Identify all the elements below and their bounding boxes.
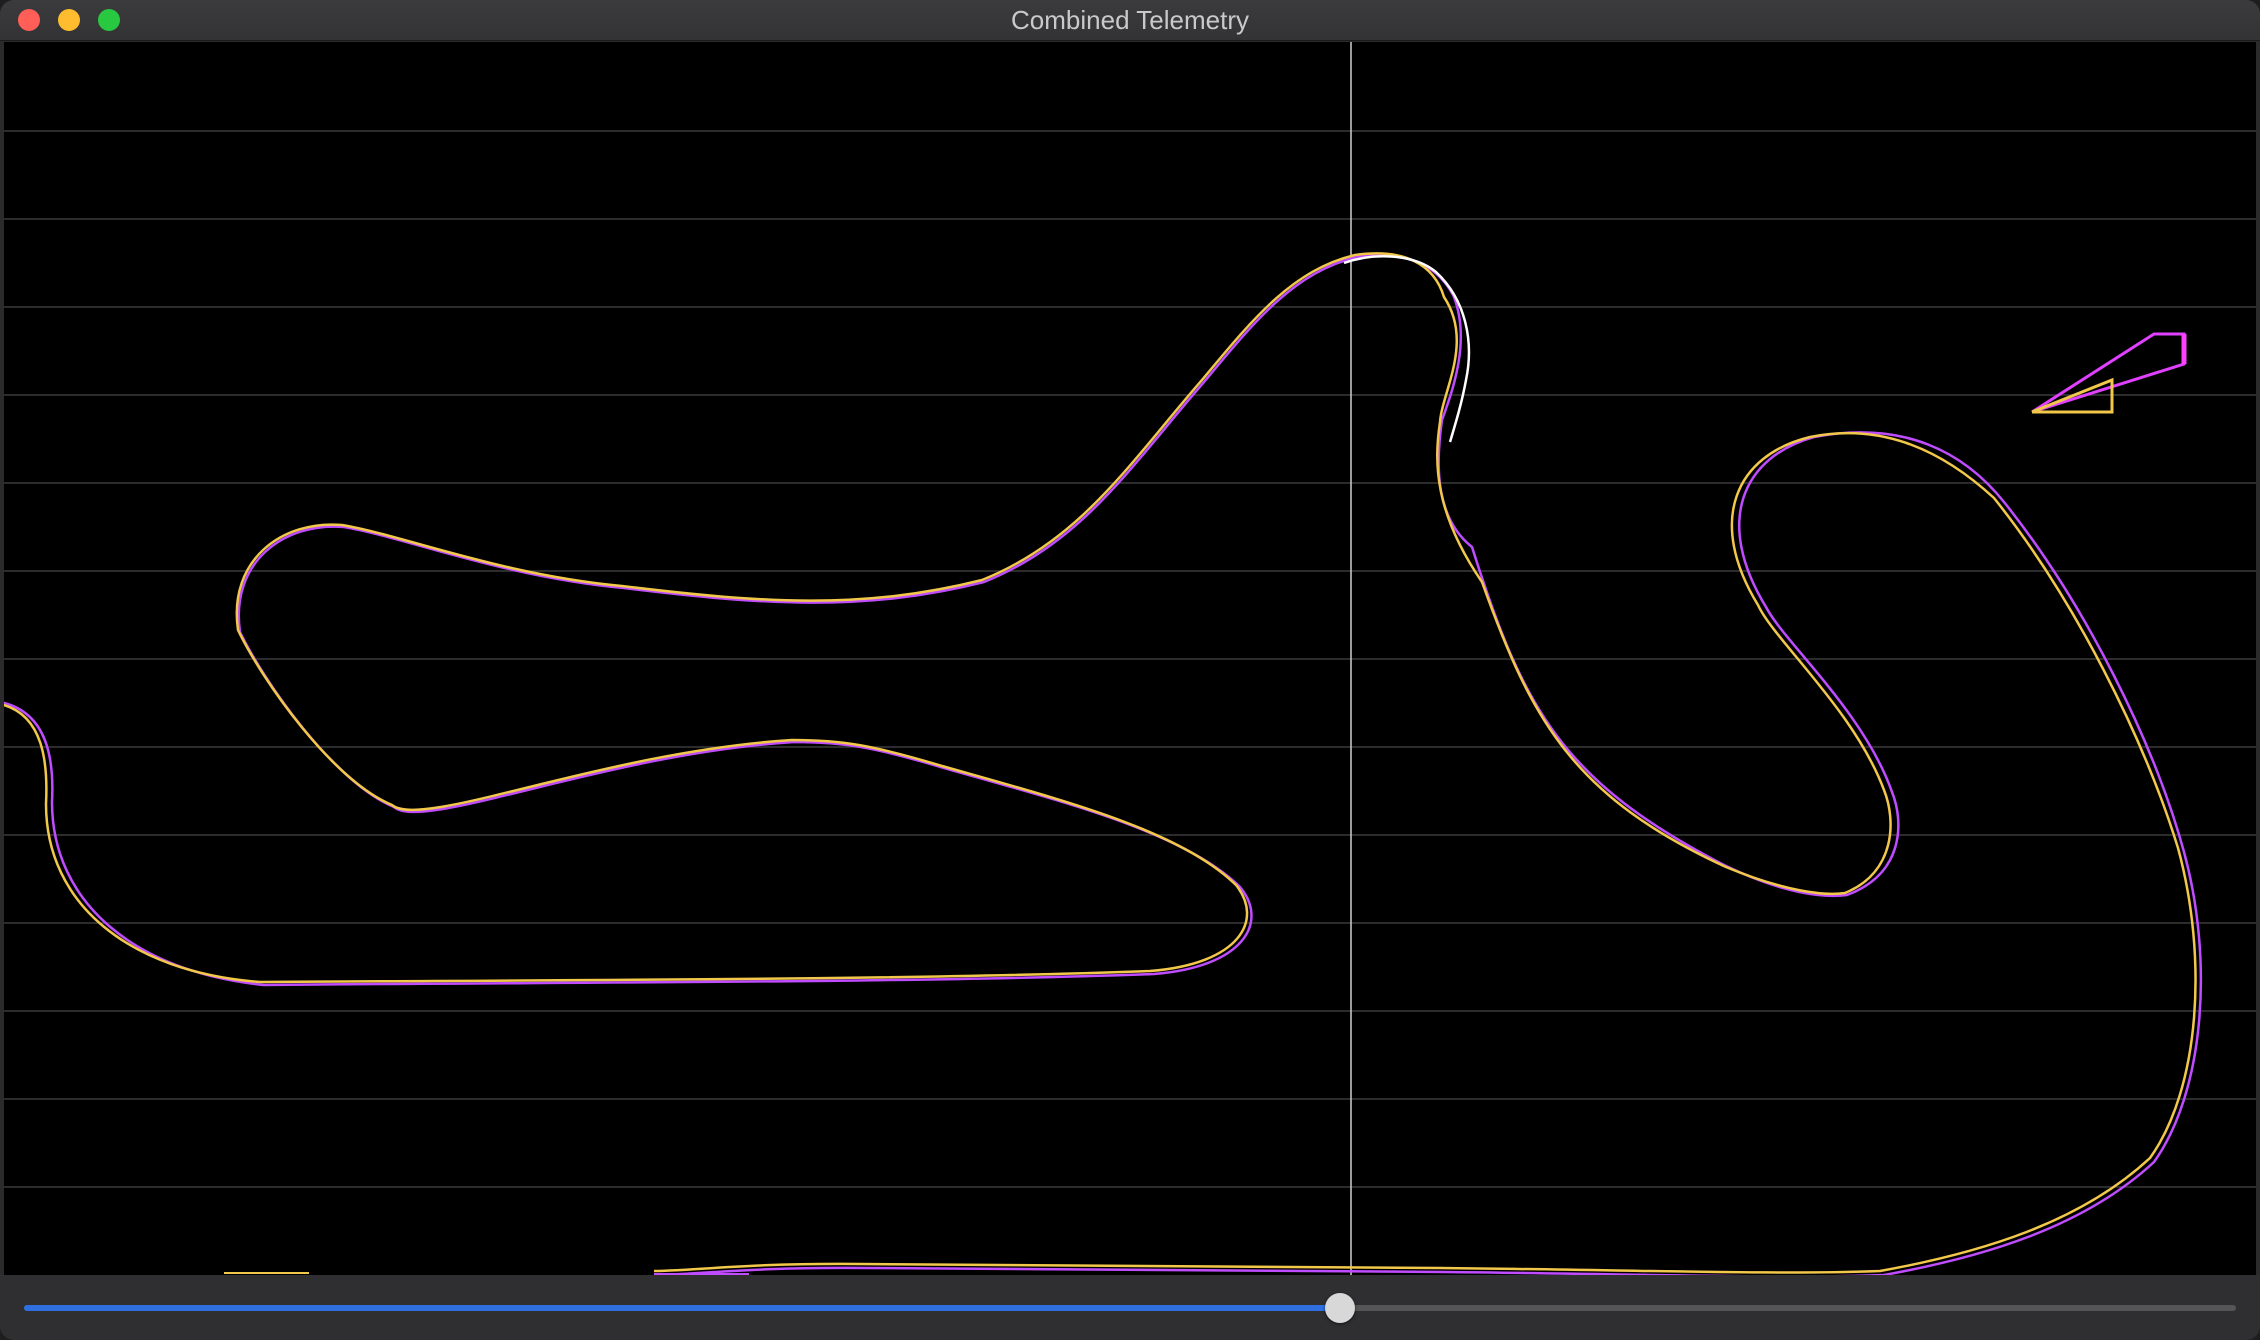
- telemetry-track-plot[interactable]: [4, 42, 2256, 1275]
- selected-segment-trace: [1343, 255, 1471, 443]
- lap-trace-yellow: [4, 252, 2197, 1274]
- lap-trace-magenta: [4, 254, 2203, 1275]
- title-bar: Combined Telemetry: [0, 0, 2260, 41]
- slider-thumb[interactable]: [1325, 1293, 1356, 1323]
- slider-progress-fill: [24, 1305, 1341, 1311]
- magenta-wedge-icon: [2031, 332, 2187, 414]
- lap-position-slider[interactable]: [24, 1293, 2236, 1323]
- track-map-canvas: [4, 42, 2256, 1275]
- app-window: Combined Telemetry: [0, 0, 2260, 1340]
- playback-bar: [0, 1275, 2260, 1340]
- window-title: Combined Telemetry: [1011, 5, 1249, 35]
- horizontal-gridlines: [4, 130, 2256, 1188]
